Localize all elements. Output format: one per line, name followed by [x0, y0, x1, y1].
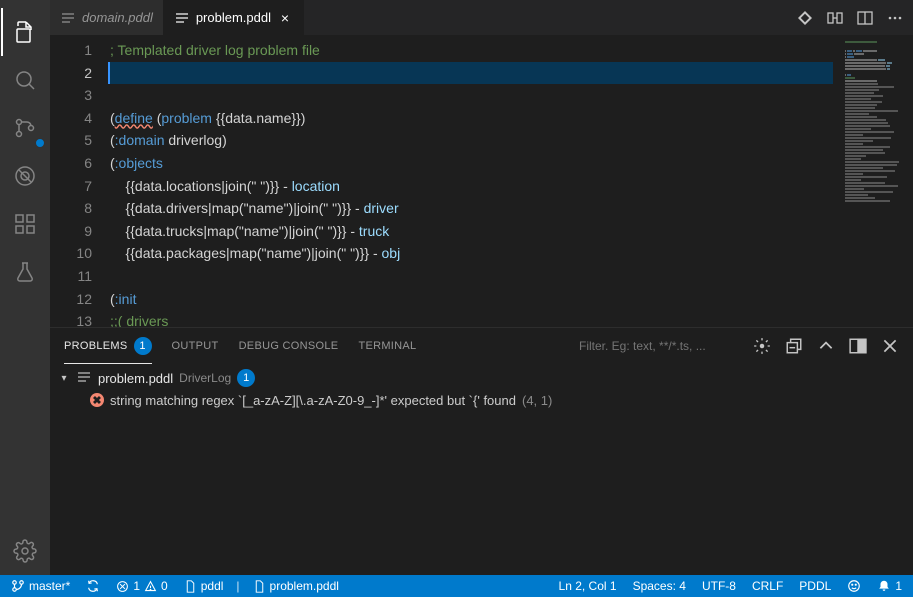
explorer-icon[interactable] — [1, 8, 49, 56]
panel-toggle-icon[interactable] — [849, 337, 867, 355]
tab-output[interactable]: OUTPUT — [172, 328, 219, 363]
editor-actions — [787, 0, 913, 35]
extensions-icon[interactable] — [1, 200, 49, 248]
code-line-1[interactable]: ; Templated driver log problem file — [110, 39, 833, 62]
code-line-2[interactable] — [110, 62, 833, 85]
tab-label: domain.pddl — [82, 10, 153, 25]
error-icon: ✖ — [90, 393, 104, 407]
tab-terminal[interactable]: TERMINAL — [358, 328, 416, 363]
tab-label: problem.pddl — [196, 10, 271, 25]
code-line-10[interactable]: {{data.packages|map("name")|join(" ")}} … — [110, 242, 833, 265]
code-line-9[interactable]: {{data.trucks|map("name")|join(" ")}} - … — [110, 220, 833, 243]
compare-changes-icon[interactable] — [827, 10, 843, 26]
search-icon[interactable] — [1, 56, 49, 104]
sync-icon[interactable] — [83, 575, 103, 597]
code-line-11[interactable] — [110, 265, 833, 288]
collapse-all-icon[interactable] — [785, 337, 803, 355]
problem-message: string matching regex `[_a-zA-Z][\.a-zA-… — [110, 393, 516, 408]
language-mode[interactable]: PDDL — [796, 575, 834, 597]
code-line-12[interactable]: (:init — [110, 288, 833, 311]
source-control-icon[interactable] — [1, 104, 49, 152]
code-line-4[interactable]: (define (problem {{data.name}}) — [110, 107, 833, 130]
problems-file-row[interactable]: problem.pddl DriverLog 1 — [50, 367, 913, 389]
tab-domain-pddl[interactable]: domain.pddl — [50, 0, 164, 35]
problem-item[interactable]: ✖ string matching regex `[_a-zA-Z][\.a-z… — [50, 389, 913, 411]
panel-up-icon[interactable] — [817, 337, 835, 355]
problem-location: (4, 1) — [522, 393, 552, 408]
close-panel-icon[interactable] — [881, 337, 899, 355]
indentation[interactable]: Spaces: 4 — [630, 575, 689, 597]
debug-icon[interactable] — [1, 152, 49, 200]
errors-warnings[interactable]: 1 0 — [113, 575, 170, 597]
code-line-5[interactable]: (:domain driverlog) — [110, 129, 833, 152]
code-line-7[interactable]: {{data.locations|join(" ")}} - location — [110, 175, 833, 198]
editor[interactable]: 1234567891011121314 ; Templated driver l… — [50, 35, 913, 327]
code-line-8[interactable]: {{data.drivers|map("name")|join(" ")}} -… — [110, 197, 833, 220]
filter-settings-icon[interactable] — [753, 337, 771, 355]
tab-problem-pddl[interactable]: problem.pddl × — [164, 0, 304, 35]
code-line-6[interactable]: (:objects — [110, 152, 833, 175]
eol[interactable]: CRLF — [749, 575, 786, 597]
pddl-view-icon[interactable] — [797, 10, 813, 26]
file-lines-icon — [76, 369, 92, 388]
settings-gear-icon[interactable] — [1, 527, 49, 575]
chevron-down-icon — [58, 372, 70, 384]
cursor-position[interactable]: Ln 2, Col 1 — [556, 575, 620, 597]
problems-file-dir: DriverLog — [179, 371, 231, 385]
code-line-3[interactable] — [110, 84, 833, 107]
status-bar: master* 1 0 pddl | problem.pddl Ln 2, Co… — [0, 575, 913, 597]
split-editor-icon[interactable] — [857, 10, 873, 26]
test-view-icon[interactable] — [1, 248, 49, 296]
more-actions-icon[interactable] — [887, 10, 903, 26]
feedback-icon[interactable] — [844, 575, 864, 597]
file-lines-icon — [174, 10, 190, 26]
tab-problems[interactable]: PROBLEMS1 — [64, 329, 152, 364]
problems-file-name: problem.pddl — [98, 371, 173, 386]
status-file-1[interactable]: pddl — [181, 575, 227, 597]
problems-count-badge: 1 — [134, 337, 152, 355]
file-lines-icon — [60, 10, 76, 26]
tab-debug-console[interactable]: DEBUG CONSOLE — [239, 328, 339, 363]
problems-filter-input[interactable] — [579, 339, 739, 353]
code-line-13[interactable]: ;;( drivers — [110, 310, 833, 327]
minimap[interactable] — [833, 35, 913, 327]
notifications-icon[interactable]: 1 — [874, 575, 905, 597]
file-problem-count-badge: 1 — [237, 369, 255, 387]
close-icon[interactable]: × — [277, 10, 293, 26]
status-file-2[interactable]: problem.pddl — [250, 575, 342, 597]
bottom-panel: PROBLEMS1 OUTPUT DEBUG CONSOLE TERMINAL — [50, 327, 913, 575]
encoding[interactable]: UTF-8 — [699, 575, 739, 597]
tab-bar: domain.pddl problem.pddl × — [50, 0, 913, 35]
git-branch[interactable]: master* — [8, 575, 73, 597]
activity-bar — [0, 0, 50, 575]
